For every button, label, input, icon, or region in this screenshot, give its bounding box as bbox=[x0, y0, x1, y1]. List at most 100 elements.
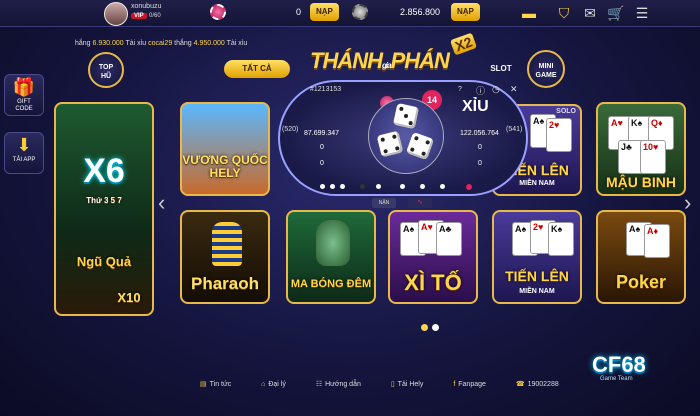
vip-badge: VIP bbox=[131, 13, 147, 19]
x2-badge: X2 bbox=[449, 32, 478, 56]
dice-icon bbox=[376, 130, 404, 158]
footer-links: ▤ Tin tức ⌂ Đại lý ☷ Hướng dẫn ▯ Tải Hely fF… bbox=[200, 380, 587, 388]
right-bet: 0 bbox=[478, 144, 482, 151]
playing-card-icon: 10♥ bbox=[640, 140, 666, 174]
game-title: Poker bbox=[615, 272, 667, 292]
close-icon[interactable]: ✕ bbox=[510, 84, 518, 95]
banner-word: THÁNH bbox=[310, 48, 383, 73]
download-app-label: TẢI APP bbox=[12, 157, 36, 163]
page-dot-active[interactable] bbox=[421, 324, 428, 331]
username: xonubuzu bbox=[131, 3, 162, 10]
game-card-ma-bong-dem[interactable]: MA BÓNG ĐÊM bbox=[286, 210, 376, 304]
mail-icon[interactable]: ✉ bbox=[581, 4, 599, 22]
ticker-user: cocai29 bbox=[148, 40, 173, 47]
history-icon[interactable]: ◷ bbox=[492, 84, 500, 95]
prev-arrow-icon[interactable]: ‹ bbox=[158, 190, 165, 216]
coin-icon bbox=[352, 4, 368, 20]
right-player-count: (541) bbox=[506, 126, 523, 133]
tab-all[interactable]: TẤT CẢ bbox=[224, 60, 290, 78]
footer-agent[interactable]: ⌂ Đại lý bbox=[261, 381, 300, 388]
footer-download[interactable]: ▯ Tải Hely bbox=[391, 381, 438, 388]
cf68-logo-sub: Game Team bbox=[600, 376, 633, 382]
playing-card-icon: A♦ bbox=[644, 224, 670, 258]
game-card-x6[interactable]: X6 Thứ 3 5 7 Ngũ Quả X10 bbox=[54, 102, 154, 316]
game-card-tien-len[interactable]: A♠ 2♥ K♠ TIẾN LÊN MIỀN NAM bbox=[492, 210, 582, 304]
shield-icon[interactable]: ⛉ bbox=[555, 4, 573, 22]
footer-label: Fanpage bbox=[458, 381, 486, 388]
right-bet: 0 bbox=[478, 160, 482, 167]
next-arrow-icon[interactable]: › bbox=[684, 190, 691, 216]
footer-guide[interactable]: ☷ Hướng dẫn bbox=[316, 381, 375, 388]
tab-slot[interactable]: SLOT bbox=[484, 60, 518, 78]
coin-balance: 2.856.800 bbox=[400, 7, 441, 17]
playing-card-icon: A♣ bbox=[436, 222, 462, 256]
footer-label: 19002288 bbox=[527, 381, 559, 388]
news-icon: ▤ bbox=[200, 381, 207, 388]
ticker-text: hắng bbox=[75, 40, 93, 47]
nap-chip-button[interactable]: NẠP bbox=[310, 3, 339, 21]
game-subtitle: MIỀN NAM bbox=[519, 288, 555, 295]
cart-icon[interactable]: 🛒 bbox=[607, 4, 625, 22]
game-card-hely[interactable]: VƯƠNG QUỐC HELY bbox=[180, 102, 270, 196]
game-title: X6 bbox=[83, 152, 125, 190]
ticker-text: thắng bbox=[172, 40, 194, 47]
game-title: XÌ TỐ bbox=[404, 270, 462, 295]
playing-card-icon: K♠ bbox=[548, 222, 574, 256]
game-multiplier: X10 bbox=[117, 290, 141, 305]
chip-icon bbox=[210, 4, 226, 20]
footer-label: Hướng dẫn bbox=[325, 381, 361, 388]
tai-xiu-widget[interactable]: #1213153 ? ⓘ ◷ ✕ 14 XỈU (520) 87.699.347… bbox=[278, 80, 528, 196]
game-subtitle: Thứ 3 5 7 bbox=[86, 196, 122, 205]
download-icon: ⬇ bbox=[16, 135, 32, 155]
top-hu-button[interactable]: TOP HŨ bbox=[88, 52, 124, 88]
menu-icon[interactable]: ☰ bbox=[633, 4, 651, 22]
playing-card-icon: 2♥ bbox=[546, 118, 572, 152]
dice-icon bbox=[392, 102, 420, 130]
session-id: #1213153 bbox=[310, 86, 342, 93]
giftcode-button[interactable]: 🎁 GIFT CODE bbox=[4, 74, 44, 116]
game-name: Ngũ Quả bbox=[76, 254, 132, 269]
vip-progress: 0/60 bbox=[149, 13, 161, 19]
nan-toggle[interactable]: NẶN bbox=[372, 198, 396, 208]
solo-tag: SOLO bbox=[556, 108, 576, 115]
minigame-button[interactable]: MINI GAME bbox=[527, 50, 565, 88]
game-title: Pharaoh bbox=[190, 274, 260, 293]
winner-ticker: hắng 6.930.000 Tài xỉu cocai29 thắng 4.9… bbox=[75, 40, 247, 47]
footer-label: Tải Hely bbox=[397, 381, 424, 388]
footer-hotline[interactable]: ☎ 19002288 bbox=[516, 381, 573, 388]
gold-ingot-icon[interactable]: ▬ bbox=[520, 4, 538, 22]
left-player-count: (520) bbox=[282, 126, 299, 133]
left-bet: 0 bbox=[320, 144, 324, 151]
book-icon: ☷ bbox=[315, 381, 323, 388]
ticker-amount: 4.950.000 bbox=[193, 40, 225, 47]
ticker-amount: 6.930.000 bbox=[92, 40, 124, 47]
zombie-face-icon bbox=[316, 220, 350, 266]
banner-word: PHÁN bbox=[390, 48, 450, 73]
footer-fanpage[interactable]: f Fanpage bbox=[453, 381, 500, 388]
game-card-mau-binh[interactable]: A♥ K♠ Q♦ J♣ 10♥ MẬU BINH bbox=[596, 102, 686, 196]
chip-balance: 0 bbox=[296, 7, 302, 17]
page-dot[interactable] bbox=[432, 324, 439, 331]
phone-icon: ▯ bbox=[390, 381, 395, 388]
game-card-pharaoh[interactable]: Pharaoh bbox=[180, 210, 270, 304]
cf68-logo: CF68 bbox=[592, 352, 646, 377]
help-icon[interactable]: ? bbox=[458, 86, 462, 93]
ticker-text: Tài xỉu bbox=[123, 40, 149, 47]
dice-bowl bbox=[368, 98, 444, 174]
footer-label: Đại lý bbox=[268, 381, 286, 388]
nap-coin-button[interactable]: NẠP bbox=[451, 3, 480, 21]
avatar[interactable] bbox=[104, 2, 128, 26]
info-icon[interactable]: ⓘ bbox=[476, 84, 485, 97]
thanh-phan-banner[interactable]: THÁNHgiaPHÁN bbox=[310, 48, 450, 74]
xiu-title: XỈU bbox=[462, 98, 489, 115]
chart-toggle-icon[interactable]: ∿ bbox=[408, 198, 432, 208]
left-total: 87.699.347 bbox=[304, 130, 340, 137]
footer-news[interactable]: ▤ Tin tức bbox=[200, 381, 245, 388]
game-card-poker[interactable]: A♠ A♦ Poker bbox=[596, 210, 686, 304]
footer-label: Tin tức bbox=[209, 381, 232, 388]
dice-icon bbox=[405, 131, 435, 161]
download-app-button[interactable]: ⬇ TẢI APP bbox=[4, 132, 44, 174]
home-icon: ⌂ bbox=[261, 381, 266, 388]
game-card-xi-to[interactable]: A♠ A♥ A♣ XÌ TỐ bbox=[388, 210, 478, 304]
game-title: TIẾN LÊN bbox=[505, 268, 569, 284]
